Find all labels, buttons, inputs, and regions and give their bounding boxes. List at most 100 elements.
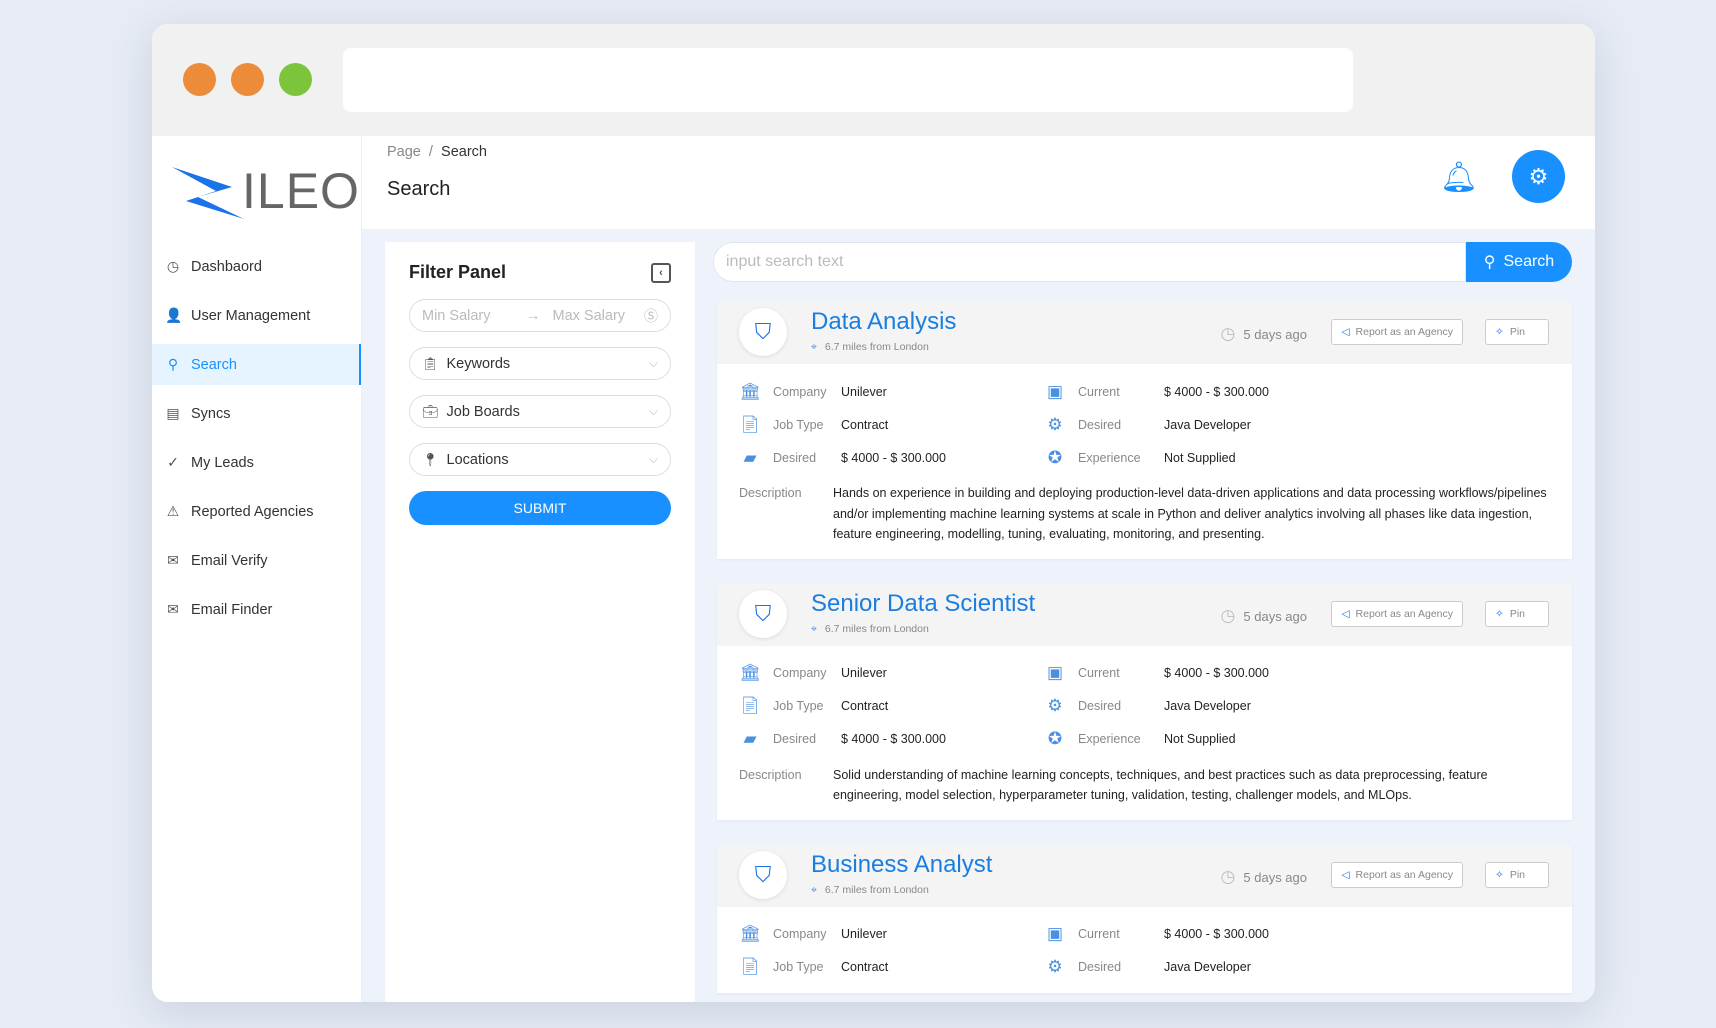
- sidebar-item-label: My Leads: [191, 454, 254, 471]
- logo-bolt-icon: [172, 167, 244, 219]
- field-desired-role: ⚙ Desired Java Developer: [1044, 695, 1550, 718]
- desired-salary-icon: ▰: [743, 447, 757, 467]
- min-salary-input[interactable]: Min Salary: [422, 308, 526, 324]
- title-bar: [152, 24, 1595, 136]
- warning-icon: ⚠: [166, 503, 180, 519]
- field-value: $ 4000 - $ 300.000: [1164, 927, 1269, 941]
- locations-select[interactable]: 📍︎ Locations ⌵: [409, 443, 671, 476]
- pin-button[interactable]: ✧ Pin: [1485, 319, 1549, 345]
- logo-text: ILEO: [242, 163, 360, 219]
- posted-time-text: 5 days ago: [1243, 608, 1307, 624]
- sidebar-item-my-leads[interactable]: ✓ My Leads: [152, 442, 361, 483]
- experience-icon: ✪: [1047, 447, 1063, 467]
- posted-time: ◷ 5 days ago: [1221, 324, 1307, 344]
- briefcase-icon: 💼︎: [422, 403, 439, 419]
- job-card-body: 🏛︎ Company Unilever ▣ Current $ 4000 - $ 300.…: [717, 907, 1572, 993]
- field-desired-salary: ▰ Desired $ 4000 - $ 300.000: [739, 728, 1044, 751]
- syncs-icon: ▤: [166, 405, 180, 421]
- field-value: Contract: [841, 417, 889, 432]
- job-distance: ⌖ 6.7 miles from London: [811, 341, 929, 354]
- sidebar-item-reported-agencies[interactable]: ⚠ Reported Agencies: [152, 491, 361, 532]
- max-salary-input[interactable]: Max Salary: [553, 308, 626, 324]
- field-value: Java Developer: [1164, 960, 1251, 974]
- field-current-salary: ▣ Current $ 4000 - $ 300.000: [1044, 380, 1550, 403]
- clock-icon: ◷: [1220, 605, 1236, 625]
- field-label: Job Type: [773, 960, 824, 974]
- page-title: Search: [387, 178, 451, 200]
- field-value: $ 4000 - $ 300.000: [841, 732, 946, 746]
- report-agency-button[interactable]: ◁ Report as an Agency: [1331, 600, 1463, 627]
- report-agency-button[interactable]: ◁ Report as an Agency: [1331, 861, 1463, 888]
- posted-time-text: 5 days ago: [1243, 327, 1307, 342]
- logo[interactable]: ILEO: [152, 136, 361, 246]
- search-input[interactable]: [713, 242, 1466, 282]
- salary-range-input[interactable]: Min Salary → Max Salary Ⓢ: [409, 299, 671, 332]
- notification-bell-icon[interactable]: 🔔︎: [1440, 160, 1478, 195]
- desired-role-icon: ⚙: [1047, 957, 1063, 976]
- field-value: Contract: [841, 960, 889, 974]
- maximize-window-button[interactable]: [279, 63, 312, 96]
- sidebar-item-search[interactable]: ⚲ Search: [152, 344, 361, 385]
- sidebar-item-dashbaord[interactable]: ◷ Dashbaord: [152, 246, 361, 287]
- field-value: Unilever: [841, 666, 887, 680]
- breadcrumb: Page / Search: [387, 144, 487, 160]
- sidebar-item-label: User Management: [191, 307, 311, 324]
- description-text: Hands on experience in building and depl…: [833, 486, 1547, 541]
- chevron-down-icon: ⌵: [648, 356, 658, 370]
- field-label: Current: [1078, 927, 1120, 941]
- pin-button[interactable]: ✧ Pin: [1485, 861, 1549, 888]
- mail-icon: ✉: [167, 601, 179, 617]
- field-value: Unilever: [841, 927, 887, 941]
- job-card-header: ⛉ Senior Data Scientist ⌖ 6.7 miles from …: [717, 583, 1572, 646]
- sidebar-nav: ◷ Dashbaord 👤 User Management ⚲ Search ▤ Syncs ✓…: [152, 246, 361, 630]
- pin-icon: ✧: [1495, 607, 1504, 620]
- sidebar-item-email-finder[interactable]: ✉ Email Finder: [152, 589, 361, 630]
- report-agency-button[interactable]: ◁ Report as an Agency: [1331, 319, 1463, 345]
- check-circle-icon: ✓: [167, 454, 179, 470]
- collapse-panel-icon[interactable]: ‹: [651, 262, 671, 283]
- shield-check-icon: ⛉: [739, 308, 787, 356]
- field-company: 🏛︎ Company Unilever: [739, 662, 1044, 685]
- report-label: Report as an Agency: [1355, 326, 1453, 338]
- sidebar-item-syncs[interactable]: ▤ Syncs: [152, 393, 361, 434]
- sidebar-item-user-management[interactable]: 👤 User Management: [152, 295, 361, 336]
- job-title[interactable]: Data Analysis: [811, 308, 956, 336]
- field-job-type: 📄︎ Job Type Contract: [739, 695, 1044, 718]
- browser-window: ILEO ◷ Dashbaord 👤 User Management ⚲ Search ▤ S…: [152, 24, 1595, 1002]
- job-boards-select[interactable]: 💼︎ Job Boards ⌵: [409, 395, 671, 428]
- field-label: Current: [1078, 384, 1120, 399]
- current-salary-icon: ▣: [1046, 381, 1064, 401]
- user-settings-avatar[interactable]: ⚙: [1512, 150, 1565, 203]
- field-experience: ✪ Experience Not Supplied: [1044, 446, 1550, 469]
- desired-role-icon: ⚙: [1047, 696, 1063, 715]
- close-window-button[interactable]: [183, 63, 216, 96]
- keywords-select[interactable]: 📋︎ Keywords ⌵: [409, 347, 671, 380]
- pin-button[interactable]: ✧ Pin: [1485, 600, 1549, 627]
- chevron-down-icon: ⌵: [648, 404, 658, 418]
- clock-icon: ◷: [1220, 866, 1236, 886]
- address-bar[interactable]: [343, 48, 1353, 112]
- breadcrumb-page[interactable]: Page: [387, 144, 421, 160]
- field-value: Not Supplied: [1164, 732, 1236, 746]
- job-title[interactable]: Senior Data Scientist: [811, 590, 1035, 618]
- sidebar-item-email-verify[interactable]: ✉ Email Verify: [152, 540, 361, 581]
- megaphone-icon: ◁: [1341, 607, 1350, 620]
- field-label: Current: [1078, 666, 1120, 680]
- search-icon: ⚲: [167, 356, 179, 372]
- job-card: ⛉ Data Analysis ⌖ 6.7 miles from London ◷…: [717, 302, 1572, 559]
- job-card-body: 🏛︎ Company Unilever ▣ Current $ 4000 - $ 300.…: [717, 646, 1572, 820]
- field-label: Desired: [1078, 699, 1122, 713]
- submit-button[interactable]: SUBMIT: [409, 491, 671, 525]
- job-title[interactable]: Business Analyst: [811, 851, 992, 879]
- company-icon: 🏛︎: [739, 924, 761, 943]
- field-value: Contract: [841, 699, 889, 713]
- job-card: ⛉ Senior Data Scientist ⌖ 6.7 miles from …: [717, 583, 1572, 820]
- job-card-header: ⛉ Data Analysis ⌖ 6.7 miles from London ◷…: [717, 302, 1572, 364]
- current-salary-icon: ▣: [1046, 663, 1064, 682]
- minimize-window-button[interactable]: [231, 63, 264, 96]
- description-text: Solid understanding of machine learning …: [833, 767, 1488, 803]
- keywords-label: Keywords: [446, 355, 511, 372]
- search-button[interactable]: ⚲ Search: [1466, 242, 1572, 282]
- sidebar-item-label: Dashbaord: [191, 258, 262, 275]
- pin-icon: 📍︎: [422, 451, 439, 467]
